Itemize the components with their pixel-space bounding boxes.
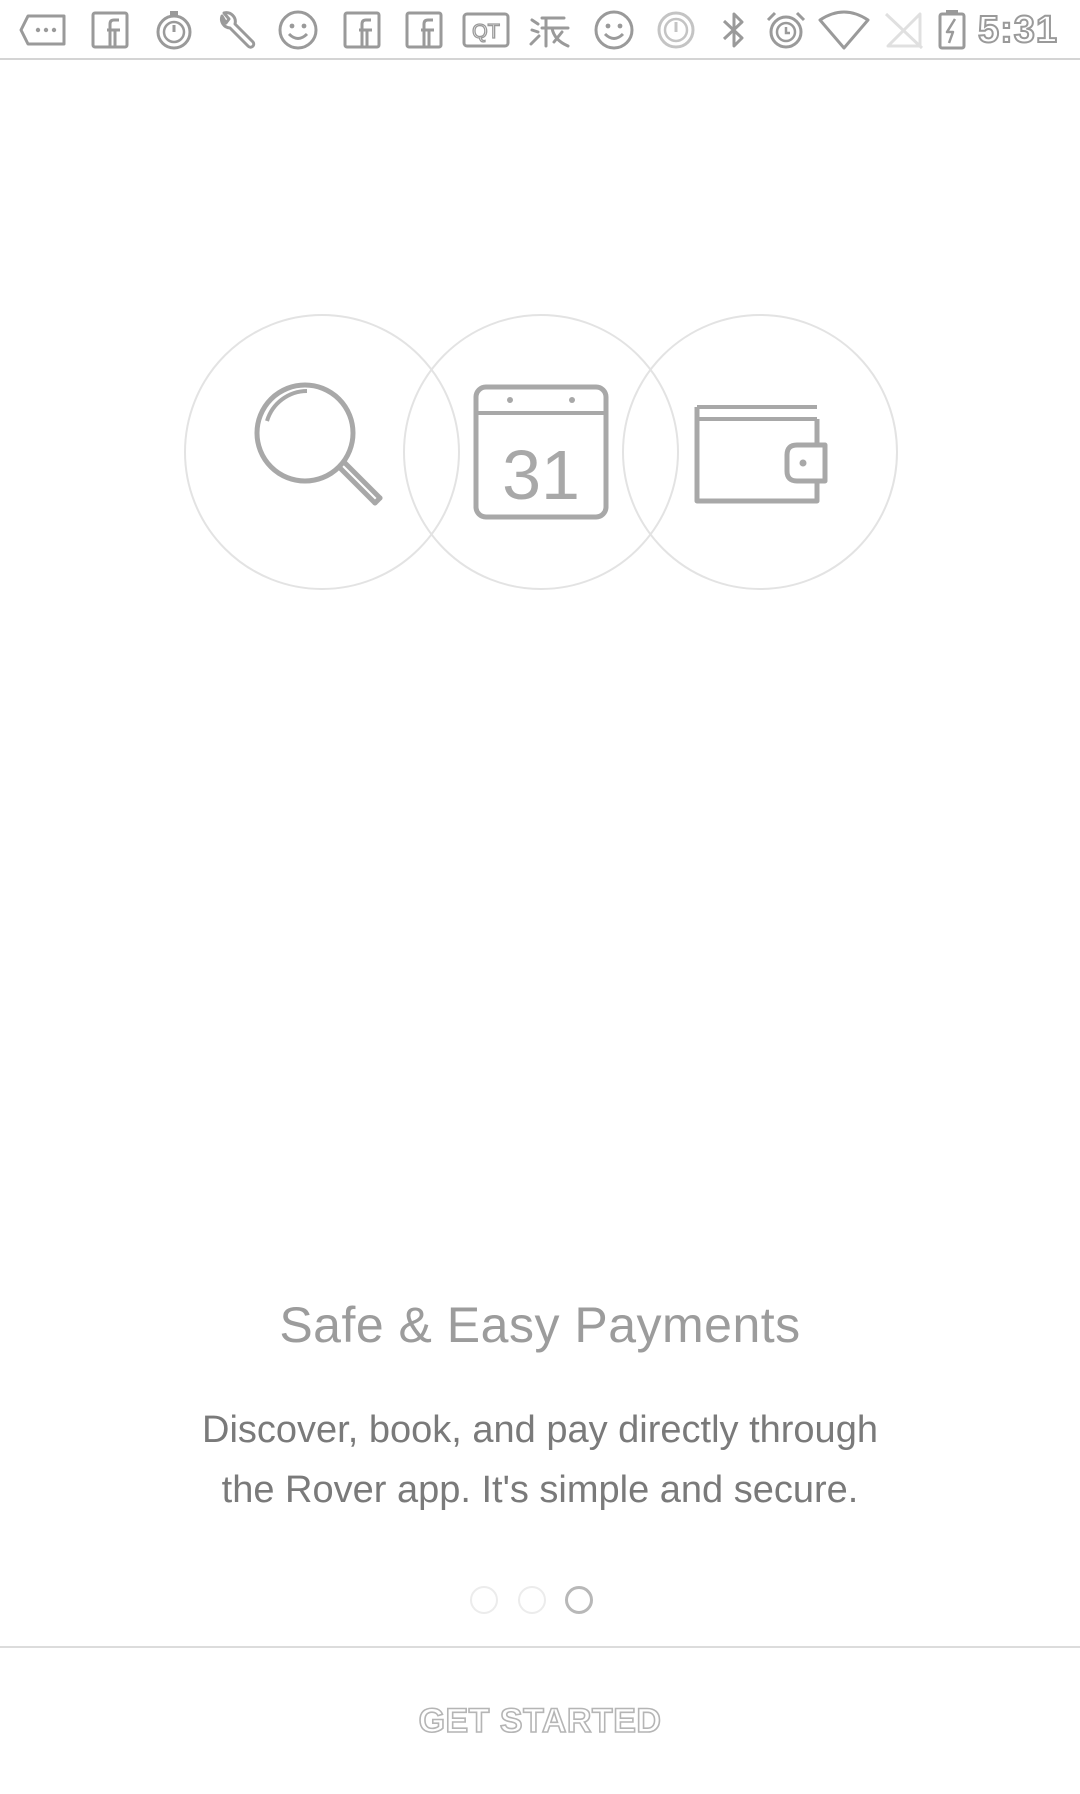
- search-icon: [247, 377, 397, 527]
- smiley-icon: [272, 8, 324, 52]
- timer-icon: [148, 8, 200, 52]
- feature-illustration: 31: [0, 300, 1080, 600]
- battery-charging-icon: [930, 8, 974, 52]
- get-started-button[interactable]: GET STARTED: [0, 1648, 1080, 1794]
- smiley-icon: [588, 8, 640, 52]
- page-dot-3-active[interactable]: [565, 1586, 593, 1614]
- facebook-icon: [336, 8, 388, 52]
- wallet-icon: [685, 377, 835, 527]
- facebook-icon: [398, 8, 450, 52]
- status-time: 5:31: [977, 8, 1058, 52]
- page-dot-1[interactable]: [470, 1586, 498, 1614]
- message-icon: [18, 8, 70, 52]
- alarm-icon: [760, 8, 812, 52]
- wrench-icon: [210, 8, 262, 52]
- page-indicator: [0, 1586, 1080, 1616]
- facebook-icon: [84, 8, 136, 52]
- no-signal-icon: [878, 8, 930, 52]
- bluetooth-icon: [708, 8, 760, 52]
- svg-text:QT: QT: [472, 21, 500, 43]
- status-bar: QT 5:31: [0, 0, 1080, 60]
- onboarding-description: Discover, book, and pay directly through…: [202, 1409, 878, 1511]
- qt-icon: QT: [460, 8, 512, 52]
- calendar-icon: 31: [466, 377, 616, 527]
- onboarding-headline: Safe & Easy Payments: [279, 1297, 801, 1353]
- calendar-day: 31: [502, 436, 580, 514]
- wifi-icon: [818, 8, 870, 52]
- taobao-icon: [524, 8, 576, 52]
- page-dot-2[interactable]: [518, 1586, 546, 1614]
- power-icon: [650, 8, 702, 52]
- get-started-label: GET STARTED: [418, 1701, 662, 1741]
